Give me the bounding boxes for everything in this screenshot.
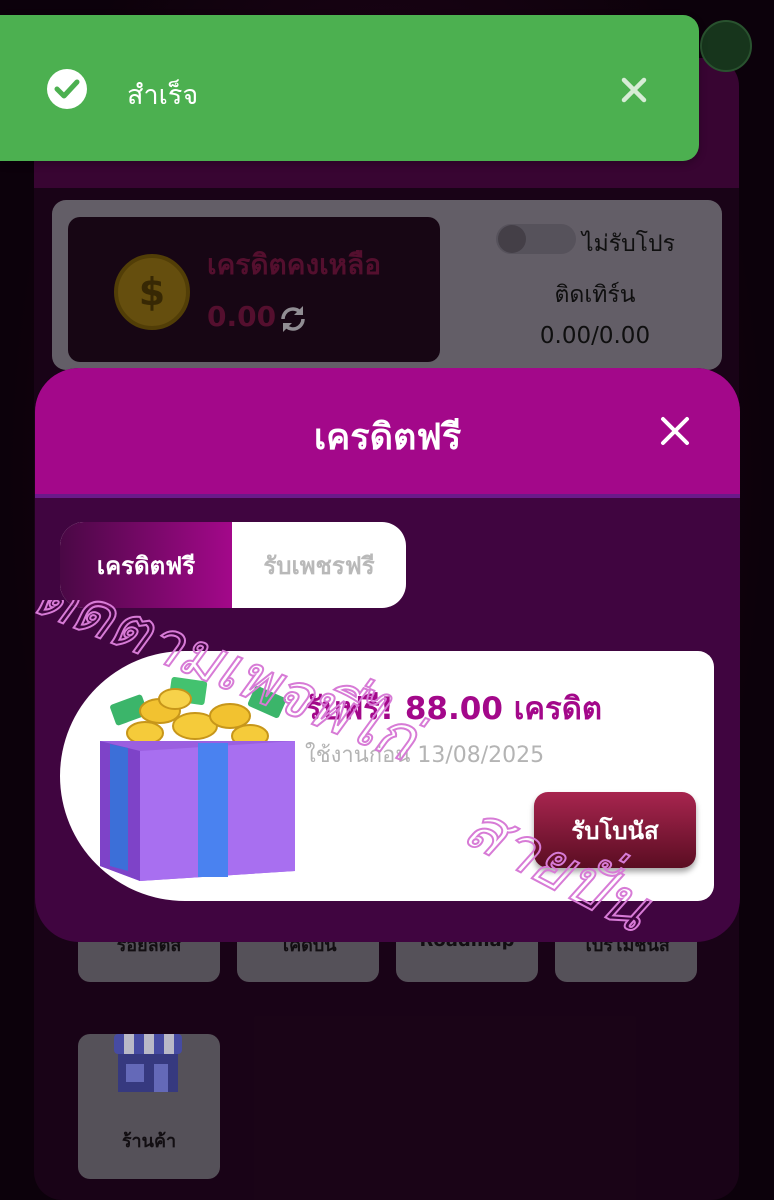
modal-tabs: เครดิตฟรี รับเพชรฟรี (60, 522, 406, 608)
toast-message: สำเร็จ (127, 80, 199, 111)
modal-header: เครดิตฟรี (35, 368, 740, 498)
success-toast: สำเร็จ (0, 15, 699, 161)
bonus-card: รับฟรี! 88.00 เครดิต ใช้งานก่อน 13/08/20… (60, 651, 714, 901)
claim-bonus-button[interactable]: รับโบนัส (534, 792, 696, 868)
gift-box-icon (100, 676, 295, 881)
close-icon[interactable] (655, 411, 695, 451)
tab-free-credit[interactable]: เครดิตฟรี (60, 522, 232, 608)
close-icon[interactable] (621, 77, 647, 103)
bonus-title: รับฟรี! 88.00 เครดิต (305, 691, 602, 727)
modal-title: เครดิตฟรี (313, 417, 462, 458)
tab-free-diamond[interactable]: รับเพชรฟรี (232, 522, 406, 608)
free-credit-modal: เครดิตฟรี เครดิตฟรี รับเพชรฟรี รับฟรี! 8… (35, 368, 740, 942)
check-circle-icon (47, 69, 87, 109)
bonus-expire-date: ใช้งานก่อน 13/08/2025 (305, 743, 545, 768)
